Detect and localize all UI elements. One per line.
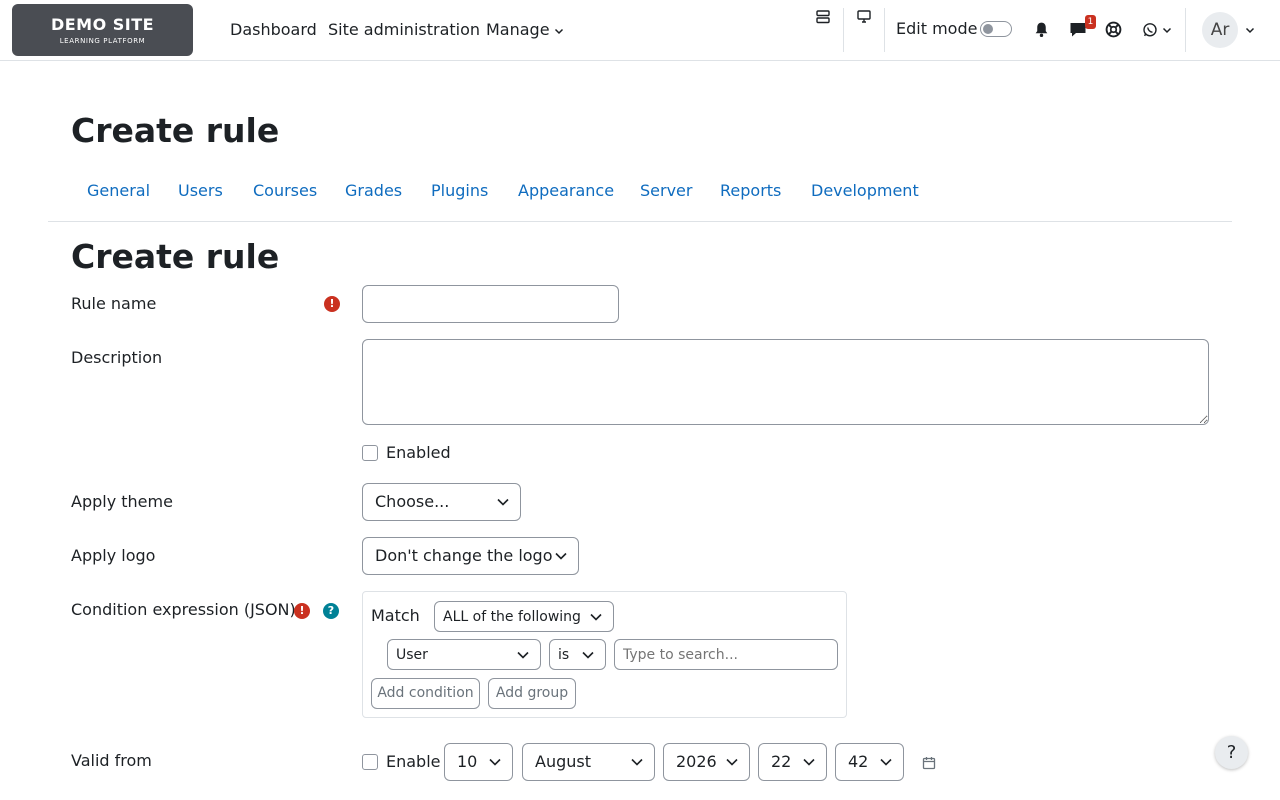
valid-from-year-value: 2026 <box>676 752 717 771</box>
site-logo[interactable]: DEMO SITE LEARNING PLATFORM <box>12 4 193 56</box>
top-navbar: DEMO SITE LEARNING PLATFORM Dashboard Si… <box>0 0 1280 61</box>
chevron-down-icon[interactable] <box>1162 26 1172 34</box>
chevron-down-icon <box>803 758 815 766</box>
enabled-label: Enabled <box>386 443 451 462</box>
logo-subtitle: LEARNING PLATFORM <box>59 37 146 45</box>
whatsapp-icon[interactable] <box>1142 22 1158 38</box>
nav-dashboard-link[interactable]: Dashboard <box>230 20 317 40</box>
valid-from-month-value: August <box>535 752 591 771</box>
apply-theme-select[interactable]: Choose... <box>362 483 521 521</box>
chevron-down-icon <box>497 498 509 506</box>
chevron-down-icon <box>555 552 567 560</box>
tab-reports[interactable]: Reports <box>720 181 781 201</box>
calendar-icon[interactable] <box>922 756 936 770</box>
condition-field-value: User <box>396 646 428 663</box>
enabled-checkbox[interactable] <box>362 445 378 461</box>
valid-from-hour-select[interactable]: 22 <box>758 743 827 781</box>
edit-mode-toggle[interactable] <box>980 21 1012 37</box>
secondary-nav-tabs: General Users Courses Grades Plugins App… <box>48 172 1232 222</box>
valid-from-month-select[interactable]: August <box>522 743 655 781</box>
match-value: ALL of the following <box>443 608 581 625</box>
valid-from-minute-value: 42 <box>848 752 869 771</box>
notifications-bell-icon[interactable] <box>1033 21 1050 38</box>
apply-theme-label: Apply theme <box>71 492 173 511</box>
tab-users[interactable]: Users <box>178 181 223 201</box>
condition-operator-value: is <box>558 646 570 663</box>
layout-blocks-icon[interactable] <box>815 9 831 25</box>
chevron-down-icon <box>631 758 643 766</box>
tab-grades[interactable]: Grades <box>345 181 402 201</box>
rule-name-input[interactable] <box>362 285 619 323</box>
valid-from-day-select[interactable]: 10 <box>444 743 513 781</box>
chevron-down-icon <box>517 651 529 659</box>
condition-builder: Match ALL of the following User is Add c… <box>362 591 847 718</box>
apply-logo-value: Don't change the logo <box>375 546 553 565</box>
chevron-down-icon <box>554 28 563 34</box>
condition-field-select[interactable]: User <box>387 639 541 670</box>
required-icon: ! <box>294 603 310 619</box>
apply-theme-value: Choose... <box>375 492 450 511</box>
valid-from-enable-checkbox[interactable] <box>362 754 378 770</box>
nav-site-administration-link[interactable]: Site administration <box>328 20 480 40</box>
description-textarea[interactable] <box>362 339 1209 425</box>
valid-from-day-value: 10 <box>457 752 478 771</box>
tab-server[interactable]: Server <box>640 181 692 201</box>
nav-manage-menu[interactable]: Manage <box>486 20 564 40</box>
chevron-down-icon <box>880 758 892 766</box>
tab-general[interactable]: General <box>87 181 150 201</box>
valid-from-minute-select[interactable]: 42 <box>835 743 904 781</box>
condition-operator-select[interactable]: is <box>549 639 606 670</box>
help-lifebuoy-icon[interactable] <box>1105 21 1122 38</box>
navbar-divider <box>1185 8 1186 52</box>
tab-appearance[interactable]: Appearance <box>518 181 614 201</box>
chevron-down-icon <box>582 651 594 659</box>
valid-from-label: Valid from <box>71 751 152 770</box>
chevron-down-icon <box>726 758 738 766</box>
valid-from-year-select[interactable]: 2026 <box>663 743 750 781</box>
chevron-down-icon[interactable] <box>1245 26 1255 34</box>
add-group-button[interactable]: Add group <box>488 678 576 709</box>
user-avatar[interactable]: Ar <box>1202 12 1238 48</box>
toggle-knob <box>983 24 993 34</box>
rule-name-label: Rule name <box>71 294 157 313</box>
help-icon[interactable]: ? <box>323 603 339 619</box>
apply-logo-label: Apply logo <box>71 546 156 565</box>
nav-manage-label: Manage <box>486 20 550 39</box>
match-label: Match <box>371 606 420 625</box>
description-label: Description <box>71 348 163 367</box>
valid-from-enable-label: Enable <box>386 752 441 771</box>
tab-development[interactable]: Development <box>811 181 919 201</box>
required-icon: ! <box>324 296 340 312</box>
help-footer-button[interactable]: ? <box>1215 736 1248 769</box>
messages-count-badge: 1 <box>1085 15 1096 29</box>
add-condition-button[interactable]: Add condition <box>371 678 480 709</box>
apply-logo-select[interactable]: Don't change the logo <box>362 537 579 575</box>
chevron-down-icon <box>590 613 602 621</box>
match-select[interactable]: ALL of the following <box>434 601 614 632</box>
edit-mode-label: Edit mode <box>896 19 978 38</box>
chevron-down-icon <box>489 758 501 766</box>
condition-value-search-input[interactable] <box>614 639 838 670</box>
tab-plugins[interactable]: Plugins <box>431 181 488 201</box>
condition-expression-label: Condition expression (JSON) <box>71 600 296 619</box>
tab-courses[interactable]: Courses <box>253 181 317 201</box>
page-title: Create rule <box>71 111 280 150</box>
valid-from-hour-value: 22 <box>771 752 792 771</box>
logo-title: DEMO SITE <box>50 15 155 34</box>
section-heading: Create rule <box>71 237 280 276</box>
navbar-divider <box>884 8 885 52</box>
monitor-icon[interactable] <box>856 8 872 24</box>
navbar-divider <box>843 8 844 52</box>
